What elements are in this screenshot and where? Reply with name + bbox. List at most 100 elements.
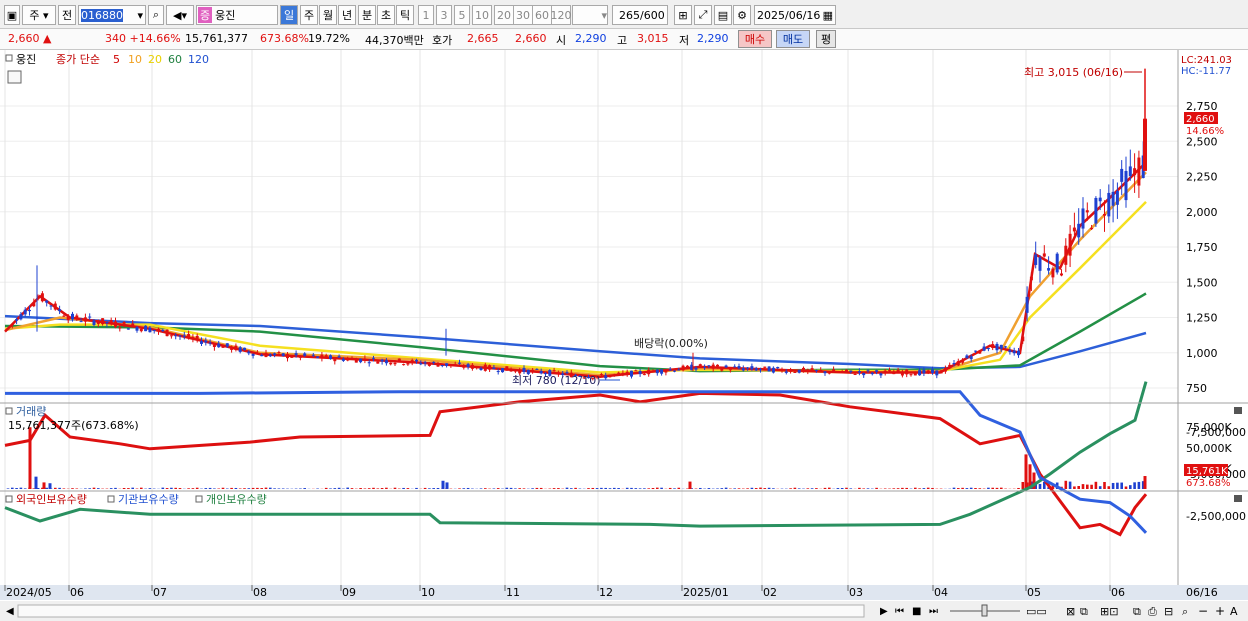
print-icon[interactable]: ⎙ [1148, 605, 1157, 618]
volume-bar [518, 488, 521, 489]
sell-button[interactable]: 매도 [776, 30, 810, 48]
ma-10-line [4, 171, 1147, 377]
candle-body [88, 316, 92, 318]
gear-icon[interactable]: ⚙ [733, 5, 751, 25]
font-size-icon[interactable]: A [1230, 605, 1238, 618]
ask-price: 2,665 [467, 32, 499, 45]
legend-foreign[interactable]: 외국인보유수량 [16, 493, 87, 506]
interval-60[interactable]: 60 [532, 5, 552, 25]
hc-label: HC:-11.77 [1181, 66, 1231, 77]
stock-name-field[interactable]: 증 웅진 [196, 5, 278, 25]
legend-individual[interactable]: 개인보유수량 [206, 493, 267, 506]
stop-icon[interactable]: ■ [912, 606, 921, 617]
candle-body [909, 374, 913, 376]
volume-bar [127, 488, 130, 489]
interval-10[interactable]: 10 [472, 5, 492, 25]
period-year[interactable]: 년 [338, 5, 356, 25]
volume-bar [539, 487, 543, 489]
interval-5[interactable]: 5 [454, 5, 470, 25]
legend-box-icon[interactable] [107, 495, 115, 503]
ma-label-120[interactable]: 120 [188, 53, 209, 66]
interval-1[interactable]: 1 [418, 5, 434, 25]
volume-bar [281, 488, 285, 489]
period-second[interactable]: 초 [377, 5, 395, 25]
volume-bar [789, 488, 792, 489]
dropdown-icon[interactable]: ▾ [137, 9, 145, 22]
stock-code-input[interactable]: 016880 ▾ [78, 5, 146, 25]
scroll-right-icon[interactable]: ▶ [880, 606, 888, 617]
legend-box-icon[interactable] [5, 54, 13, 62]
holding-panel-close-icon[interactable] [1234, 495, 1242, 502]
scroll-left-icon[interactable]: ◀ [6, 606, 14, 617]
volume-bar [1000, 487, 1003, 489]
period-day[interactable]: 일 [280, 5, 298, 25]
overlay-icon[interactable]: ⧉ [1080, 605, 1088, 618]
legend-institution[interactable]: 기관보유수량 [118, 493, 179, 506]
quote-bar: 2,660 ▲ 340 +14.66% 15,761,377 673.68% 1… [0, 29, 1248, 50]
search-icon[interactable]: ⌕ [148, 5, 164, 25]
holding-legend-box-icon[interactable] [5, 495, 13, 503]
scrollbar-track[interactable] [17, 604, 865, 618]
market-select[interactable]: 주 ▾ [22, 5, 56, 25]
period-minute[interactable]: 분 [358, 5, 376, 25]
volume-bar [763, 488, 767, 489]
speaker-icon[interactable]: ◀▾ [166, 5, 194, 25]
volume-bar [574, 487, 577, 489]
volume-bar [557, 488, 560, 489]
chart-tool-icon[interactable]: ⊞ [674, 5, 692, 25]
period-month[interactable]: 월 [319, 5, 337, 25]
candle-body [763, 366, 767, 368]
custom-interval-select[interactable]: ▾ [572, 5, 608, 25]
candle-body [802, 367, 805, 373]
split-icon[interactable]: ⊠ [1066, 605, 1075, 618]
ma-label-5[interactable]: 5 [113, 53, 120, 66]
zoom-slider-handle[interactable] [981, 604, 988, 617]
data-count-field[interactable]: 265/600 [612, 5, 668, 25]
period-tick[interactable]: 틱 [396, 5, 414, 25]
search-zoom-icon[interactable]: ⌕ [1182, 605, 1188, 618]
volume-bar [1124, 486, 1128, 489]
interval-120[interactable]: 120 [551, 5, 572, 25]
interval-20[interactable]: 20 [494, 5, 514, 25]
period-week[interactable]: 주 [300, 5, 318, 25]
candle-body [118, 327, 122, 329]
ma-label-10[interactable]: 10 [128, 53, 142, 66]
volume-bar [466, 487, 470, 489]
zoom-in-icon[interactable]: + [1215, 604, 1225, 618]
view-button[interactable]: 전 [58, 5, 76, 25]
save-icon[interactable]: ▤ [714, 5, 732, 25]
volume-panel-close-icon[interactable] [1234, 407, 1242, 414]
jump-start-icon[interactable]: ⏮ [895, 606, 904, 617]
chart-area[interactable]: 750 1,000 1,250 1,500 1,750 2,000 2,250 2,500 2,… [0, 50, 1248, 621]
volume-bar [638, 488, 642, 489]
volume-bar [256, 487, 259, 489]
x-axis-label: 12 [599, 586, 613, 599]
table-toggle-icon[interactable] [7, 70, 22, 84]
interval-30[interactable]: 30 [513, 5, 533, 25]
candle-body [1055, 253, 1059, 273]
candle-body [703, 366, 707, 368]
date-field[interactable]: 2025/06/16 ▦ [754, 5, 836, 25]
zoom-out-icon[interactable]: − [1198, 604, 1208, 618]
copy-icon[interactable]: ⧉ [1133, 605, 1141, 618]
volume-bar [208, 487, 212, 489]
ma-label-20[interactable]: 20 [148, 53, 162, 66]
candle-body [101, 318, 105, 325]
candle-body [427, 363, 431, 366]
ma-label-60[interactable]: 60 [168, 53, 182, 66]
candle-body [939, 370, 943, 374]
eval-button[interactable]: 평 [816, 30, 836, 48]
compare-icon[interactable]: ⊞⊡ [1100, 605, 1118, 618]
export-icon[interactable]: ⊟ [1164, 605, 1173, 618]
buy-button[interactable]: 매수 [738, 30, 772, 48]
layout-icon[interactable]: ▭▭ [1026, 605, 1047, 618]
window-menu-icon[interactable]: ▣ [4, 5, 20, 25]
volume-legend-box-icon[interactable] [5, 407, 13, 415]
trend-tool-icon[interactable]: ⤢ [694, 5, 712, 25]
x-axis-label: 02 [763, 586, 777, 599]
calendar-icon[interactable]: ▦ [823, 9, 835, 22]
legend-box-icon[interactable] [195, 495, 203, 503]
candle-body [152, 329, 156, 331]
jump-end-icon[interactable]: ⏭ [929, 606, 938, 617]
interval-3[interactable]: 3 [436, 5, 452, 25]
